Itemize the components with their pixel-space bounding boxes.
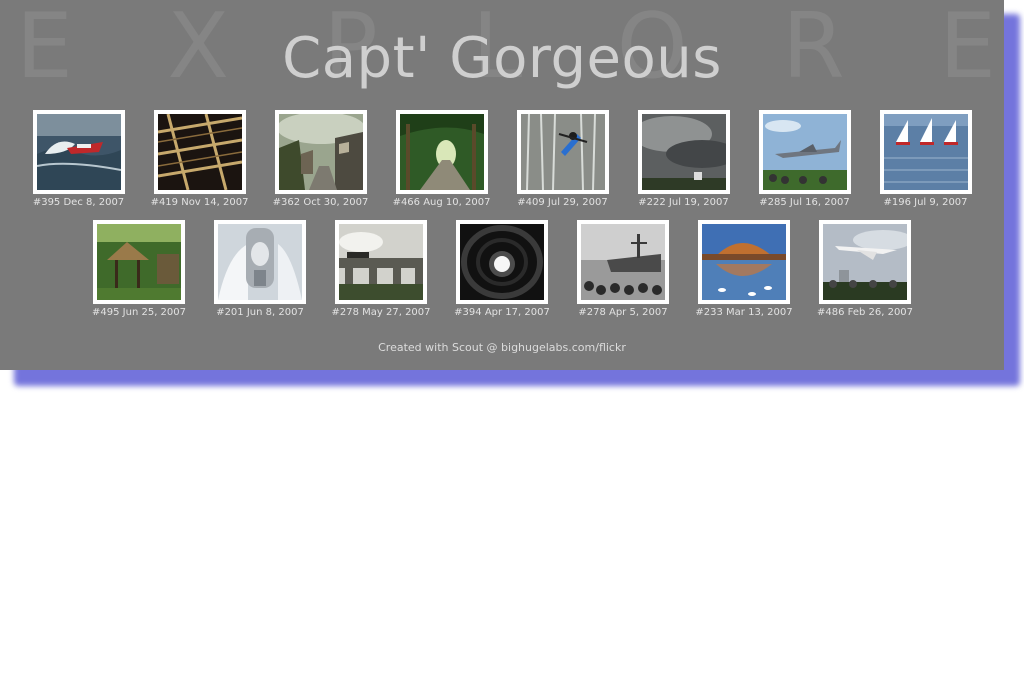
photo-frame[interactable] <box>274 110 367 194</box>
photo-frame[interactable] <box>335 220 427 304</box>
photo-thumbnail[interactable] <box>339 224 423 300</box>
photo-tile[interactable]: #196 Jul 9, 2007 <box>879 110 972 208</box>
photo-frame[interactable] <box>395 110 488 194</box>
photo-tile[interactable]: #486 Feb 26, 2007 <box>817 220 913 318</box>
photo-frame[interactable] <box>516 110 609 194</box>
photo-thumbnail[interactable] <box>702 224 786 300</box>
photo-tile[interactable]: #495 Jun 25, 2007 <box>92 220 186 318</box>
photo-caption[interactable]: #233 Mar 13, 2007 <box>695 307 792 318</box>
photo-thumbnail[interactable] <box>97 224 181 300</box>
photo-thumbnail[interactable] <box>883 114 968 190</box>
page-title: Capt' Gorgeous <box>282 26 722 91</box>
photo-tile[interactable]: #409 Jul 29, 2007 <box>516 110 609 208</box>
photo-frame[interactable] <box>758 110 851 194</box>
photo-caption[interactable]: #201 Jun 8, 2007 <box>216 307 304 318</box>
photo-tile[interactable]: #362 Oct 30, 2007 <box>273 110 369 208</box>
photo-caption[interactable]: #466 Aug 10, 2007 <box>393 197 491 208</box>
photo-thumbnail[interactable] <box>520 113 605 191</box>
photo-caption[interactable]: #362 Oct 30, 2007 <box>273 197 369 208</box>
photo-thumbnail[interactable] <box>157 113 242 191</box>
photo-caption[interactable]: #278 Apr 5, 2007 <box>578 307 667 318</box>
photo-tile[interactable]: #395 Dec 8, 2007 <box>32 110 125 208</box>
photo-tile[interactable]: #278 May 27, 2007 <box>331 220 431 318</box>
mosaic-panel: E X P L O R E Capt' Gorgeous #395 Dec 8,… <box>0 0 1004 370</box>
photo-thumbnail[interactable] <box>460 224 544 300</box>
photo-caption[interactable]: #394 Apr 17, 2007 <box>454 307 550 318</box>
photo-frame[interactable] <box>698 220 790 304</box>
photo-frame[interactable] <box>456 220 548 304</box>
photo-thumbnail[interactable] <box>762 114 847 190</box>
photo-caption[interactable]: #285 Jul 16, 2007 <box>759 197 849 208</box>
photo-row-2: #495 Jun 25, 2007 #201 Jun 8, 2007 #278 … <box>0 220 1004 318</box>
photo-thumbnail[interactable] <box>631 114 738 190</box>
footer-credit[interactable]: Created with Scout @ bighugelabs.com/fli… <box>0 341 1004 354</box>
photo-tile[interactable]: #466 Aug 10, 2007 <box>393 110 491 208</box>
photo-caption[interactable]: #222 Jul 19, 2007 <box>638 197 728 208</box>
photo-frame[interactable] <box>214 220 306 304</box>
photo-frame[interactable] <box>153 110 246 194</box>
photo-tile[interactable]: #278 Apr 5, 2007 <box>577 220 669 318</box>
photo-tile[interactable]: #222 Jul 19, 2007 <box>631 110 738 208</box>
photo-thumbnail[interactable] <box>823 224 913 300</box>
photo-row-1: #395 Dec 8, 2007 #419 Nov 14, 2007 #362 … <box>0 110 1004 208</box>
photo-caption[interactable]: #278 May 27, 2007 <box>331 307 430 318</box>
photo-frame[interactable] <box>32 110 125 194</box>
photo-thumbnail[interactable] <box>581 224 665 300</box>
photo-frame[interactable] <box>879 110 972 194</box>
photo-caption[interactable]: #409 Jul 29, 2007 <box>517 197 607 208</box>
photo-thumbnail[interactable] <box>399 114 484 190</box>
photo-frame[interactable] <box>93 220 185 304</box>
photo-caption[interactable]: #495 Jun 25, 2007 <box>92 307 186 318</box>
photo-frame[interactable] <box>631 110 738 194</box>
photo-tile[interactable]: #201 Jun 8, 2007 <box>214 220 306 318</box>
photo-caption[interactable]: #196 Jul 9, 2007 <box>883 197 967 208</box>
photo-caption[interactable]: #395 Dec 8, 2007 <box>33 197 124 208</box>
photo-thumbnail[interactable] <box>36 114 121 190</box>
photo-caption[interactable]: #419 Nov 14, 2007 <box>151 197 249 208</box>
photo-frame[interactable] <box>577 220 669 304</box>
photo-tile[interactable]: #419 Nov 14, 2007 <box>151 110 249 208</box>
photo-caption[interactable]: #486 Feb 26, 2007 <box>817 307 913 318</box>
photo-frame[interactable] <box>819 220 913 304</box>
photo-tile[interactable]: #233 Mar 13, 2007 <box>695 220 793 318</box>
photo-thumbnail[interactable] <box>218 224 302 300</box>
photo-tile[interactable]: #285 Jul 16, 2007 <box>758 110 851 208</box>
photo-thumbnail[interactable] <box>276 112 365 190</box>
photo-tile[interactable]: #394 Apr 17, 2007 <box>454 220 550 318</box>
